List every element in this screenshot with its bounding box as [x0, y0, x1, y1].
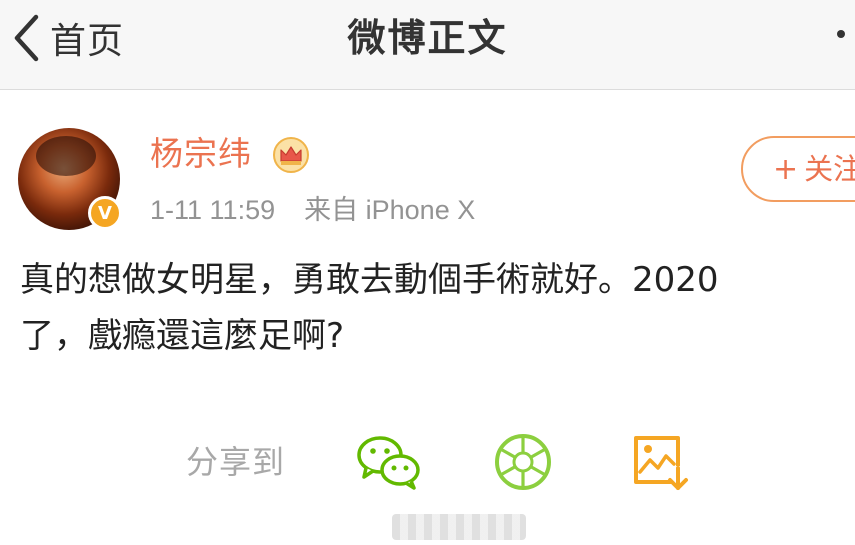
navigation-bar: 首页 微博正文 — [0, 0, 855, 90]
follow-button[interactable]: + 关注 — [741, 136, 855, 202]
plus-icon: + — [773, 152, 799, 187]
post-time: 1-11 11:59 — [150, 195, 276, 225]
moments-icon[interactable] — [493, 432, 553, 492]
post-text-line: 真的想做女明星，勇敢去動個手術就好。2020 — [20, 260, 719, 300]
post-meta: 1-11 11:59 来自 iPhone X — [150, 190, 475, 230]
post-source: 来自 iPhone X — [304, 195, 476, 225]
crown-icon — [273, 137, 309, 173]
weibo-post-page: 首页 微博正文 V 杨宗纬 1-11 11:59 来自 iPhone X + 关注… — [0, 0, 855, 545]
follow-label: 关注 — [804, 152, 855, 186]
page-title: 微博正文 — [347, 16, 508, 60]
save-image-icon[interactable] — [630, 432, 690, 492]
post-text: 真的想做女明星，勇敢去動個手術就好。2020 了，戲瘾還這麼足啊? — [20, 252, 855, 364]
share-label: 分享到 — [186, 443, 286, 481]
verified-badge-icon: V — [88, 196, 122, 230]
watermark — [392, 514, 526, 540]
post-text-line: 了，戲瘾還這麼足啊? — [20, 316, 345, 356]
more-options-icon[interactable] — [837, 30, 845, 38]
author-name[interactable]: 杨宗纬 — [150, 132, 252, 176]
wechat-icon[interactable] — [356, 433, 422, 491]
